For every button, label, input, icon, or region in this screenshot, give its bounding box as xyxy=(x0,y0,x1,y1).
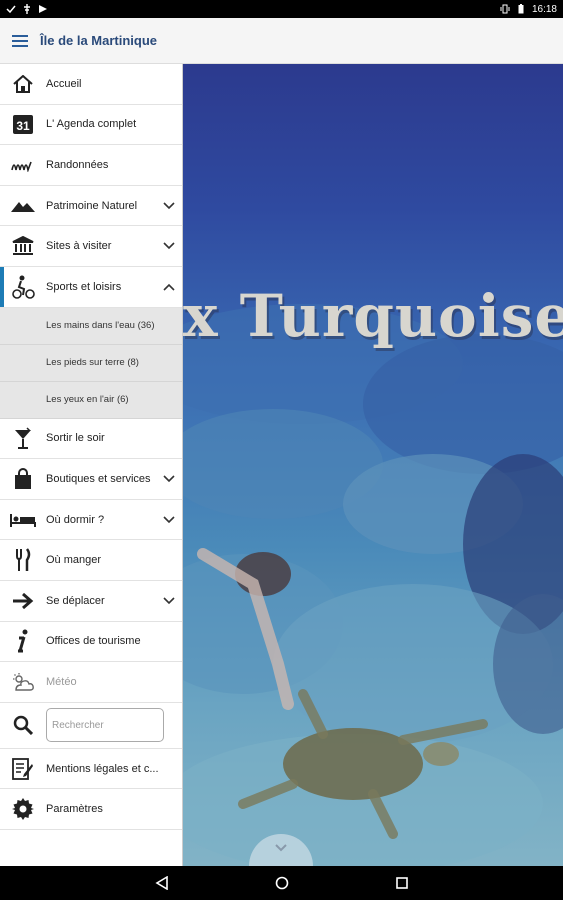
home-button[interactable] xyxy=(272,873,292,893)
recents-square-icon xyxy=(395,877,408,889)
menu-label: Paramètres xyxy=(46,803,103,816)
calendar-icon: 31 xyxy=(13,115,33,135)
bed-icon xyxy=(10,513,36,527)
document-edit-icon xyxy=(12,757,33,780)
app-bar: Île de la Martinique xyxy=(0,18,563,64)
menu-label: Accueil xyxy=(46,77,82,90)
menu-label: Boutiques et services xyxy=(46,472,151,485)
menu-item-sortir[interactable]: Sortir le soir xyxy=(0,419,182,460)
cutlery-icon xyxy=(16,548,31,572)
calendar-icon-text: 31 xyxy=(16,119,30,133)
cyclist-icon xyxy=(12,275,35,299)
back-triangle-icon xyxy=(154,876,168,890)
submenu-item[interactable]: Les mains dans l'eau (36) xyxy=(0,307,182,345)
weather-icon xyxy=(13,672,34,691)
arrow-right-icon xyxy=(13,592,34,609)
menu-label: Mentions légales et c... xyxy=(46,762,159,775)
menu-item-meteo[interactable]: Météo xyxy=(0,662,182,703)
menu-label: Sortir le soir xyxy=(46,432,105,445)
menu-label: Sites à visiter xyxy=(46,240,112,253)
hero-title-text: x Turquoise xyxy=(183,282,563,350)
hiking-trail-icon xyxy=(11,161,32,172)
chevron-down-icon xyxy=(275,844,287,852)
info-icon xyxy=(18,629,28,653)
menu-item-mentions[interactable]: Mentions légales et c... xyxy=(0,749,182,790)
menu-item-accueil[interactable]: Accueil xyxy=(0,64,182,105)
underwater-background xyxy=(183,304,563,866)
menu-item-patrimoine[interactable]: Patrimoine Naturel xyxy=(0,186,182,227)
menu-label: L' Agenda complet xyxy=(46,118,137,131)
screen: 16:18 Île de la Martinique x Turquoise A… xyxy=(0,0,563,900)
status-time: 16:18 xyxy=(531,3,557,15)
menu-label: Où manger xyxy=(46,554,102,567)
chevron-down-icon xyxy=(163,242,175,250)
menu-item-parametres[interactable]: Paramètres xyxy=(0,789,182,830)
menu-item-deplacer[interactable]: Se déplacer xyxy=(0,581,182,622)
battery-icon xyxy=(518,4,524,14)
menu-item-boutiques[interactable]: Boutiques et services xyxy=(0,459,182,500)
menu-label: Offices de tourisme xyxy=(46,635,141,648)
status-bar: 16:18 xyxy=(0,0,563,18)
system-navigation-bar xyxy=(0,866,563,900)
navigation-drawer: Accueil 31 L' Agenda complet Randonnées … xyxy=(0,64,183,866)
hamburger-menu-button[interactable] xyxy=(0,18,40,64)
search-row xyxy=(0,703,182,749)
submenu-item[interactable]: Les yeux en l'air (6) xyxy=(0,381,182,419)
check-icon xyxy=(6,5,16,14)
home-icon xyxy=(13,74,33,93)
cocktail-icon xyxy=(15,427,31,450)
monument-icon xyxy=(12,236,34,256)
chevron-down-icon xyxy=(163,475,175,483)
hero-image: x Turquoise xyxy=(183,64,563,866)
submenu-item[interactable]: Les pieds sur terre (8) xyxy=(0,344,182,382)
home-circle-icon xyxy=(275,876,288,890)
menu-label: Randonnées xyxy=(46,158,109,171)
chevron-down-icon xyxy=(163,597,175,604)
chevron-up-icon xyxy=(163,283,175,291)
usb-icon xyxy=(24,4,30,14)
menu-label: Sports et loisirs xyxy=(46,280,122,293)
menu-item-randonnees[interactable]: Randonnées xyxy=(0,145,182,186)
menu-item-manger[interactable]: Où manger xyxy=(0,540,182,581)
menu-item-dormir[interactable]: Où dormir ? xyxy=(0,500,182,541)
app-title: Île de la Martinique xyxy=(40,33,158,48)
search-input[interactable] xyxy=(46,708,164,743)
play-store-icon xyxy=(39,5,47,13)
mountain-icon xyxy=(11,201,35,212)
menu-label: Se déplacer xyxy=(46,594,105,607)
search-icon xyxy=(13,715,33,736)
hamburger-icon xyxy=(12,34,28,47)
menu-label: Patrimoine Naturel xyxy=(46,199,138,212)
menu-item-sites[interactable]: Sites à visiter xyxy=(0,226,182,267)
menu-item-offices[interactable]: Offices de tourisme xyxy=(0,622,182,663)
menu-label: Météo xyxy=(46,675,77,688)
gear-icon xyxy=(12,798,34,821)
menu-label: Où dormir ? xyxy=(46,513,105,526)
vibrate-icon xyxy=(500,4,510,14)
recents-button[interactable] xyxy=(392,873,412,893)
menu-item-agenda[interactable]: 31 L' Agenda complet xyxy=(0,105,182,146)
menu-item-sports[interactable]: Sports et loisirs xyxy=(0,266,182,308)
chevron-down-icon xyxy=(163,515,175,523)
shopping-bag-icon xyxy=(15,467,31,489)
back-button[interactable] xyxy=(152,873,172,893)
chevron-down-icon xyxy=(163,202,175,209)
